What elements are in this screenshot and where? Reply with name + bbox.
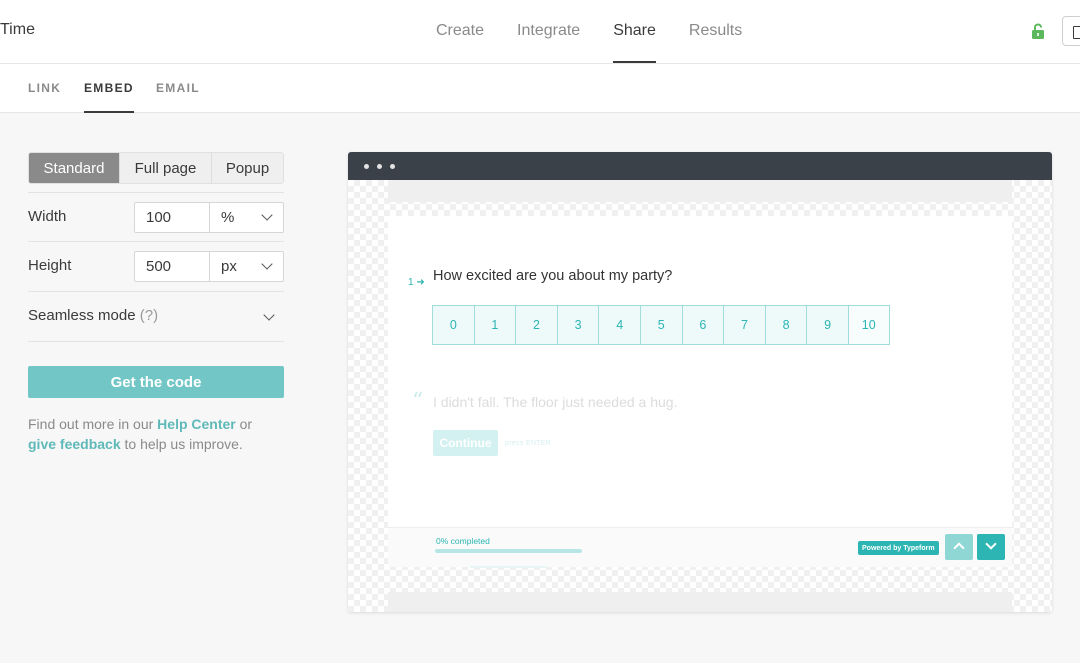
top-bar: Time Create Integrate Share Results	[0, 0, 1080, 64]
sub-tab-embed[interactable]: EMBED	[84, 81, 134, 113]
previous-question-button[interactable]	[945, 534, 973, 560]
progress-underline	[470, 566, 546, 568]
help-text-or: or	[235, 416, 253, 432]
scale-option-9[interactable]: 9	[806, 305, 848, 345]
form-title: Time	[0, 21, 35, 38]
help-text-suffix: to help us improve.	[120, 436, 243, 452]
scale-option-5[interactable]: 5	[639, 305, 682, 345]
width-unit-select[interactable]: %	[210, 202, 284, 233]
scale-option-6[interactable]: 6	[681, 305, 724, 345]
statement-text: I didn't fall. The floor just needed a h…	[433, 394, 678, 410]
opinion-scale: 0 1 2 3 4 5 6 7 8 9 10	[432, 305, 890, 345]
help-text-prefix: Find out more in our	[28, 416, 158, 432]
seamless-mode-label: Seamless mode (?)	[28, 307, 158, 324]
chevron-down-icon[interactable]	[263, 309, 275, 321]
scale-option-0[interactable]: 0	[432, 305, 474, 345]
height-unit-value: px	[221, 258, 237, 275]
width-input[interactable]	[134, 202, 210, 233]
height-input[interactable]	[134, 251, 210, 282]
width-unit-value: %	[221, 209, 235, 226]
question-number: 1 ➜	[408, 277, 425, 288]
window-dot-icon	[390, 164, 395, 169]
nav-tab-share[interactable]: Share	[613, 0, 656, 64]
question-text: How excited are you about my party?	[433, 268, 673, 284]
question-number-value: 1	[408, 277, 414, 288]
window-dot-icon	[364, 164, 369, 169]
height-label: Height	[28, 257, 72, 274]
embed-preview: 1 ➜ How excited are you about my party? …	[348, 152, 1052, 612]
typeform-embed	[388, 216, 1012, 528]
powered-by-typeform-badge[interactable]: Powered by Typeform	[858, 541, 939, 555]
seamless-mode-text: Seamless mode	[28, 307, 136, 324]
nav-tab-integrate[interactable]: Integrate	[517, 0, 580, 64]
progress-bar	[435, 549, 582, 553]
get-the-code-button[interactable]: Get the code	[28, 366, 284, 398]
next-question-button[interactable]	[977, 534, 1005, 560]
help-text: Find out more in our Help Center or give…	[28, 414, 288, 454]
scale-option-3[interactable]: 3	[556, 305, 599, 345]
preview-page-strip	[388, 592, 1012, 612]
chevron-up-icon	[953, 542, 965, 554]
preview-browser-bar	[348, 152, 1052, 180]
mode-popup-button[interactable]: Popup	[212, 153, 283, 183]
sub-tab-link[interactable]: LINK	[28, 81, 61, 113]
lock-open-icon[interactable]	[1031, 23, 1045, 39]
nav-tab-results[interactable]: Results	[689, 0, 742, 64]
scale-option-8[interactable]: 8	[764, 305, 807, 345]
height-row: Height px	[28, 242, 284, 292]
give-feedback-link[interactable]: give feedback	[28, 436, 121, 452]
width-row: Width %	[28, 192, 284, 242]
progress-text: 0% completed	[436, 536, 490, 546]
chevron-down-icon	[261, 209, 273, 221]
scale-option-10[interactable]: 10	[847, 305, 890, 345]
embed-mode-selector: Standard Full page Popup	[28, 152, 284, 184]
scale-option-1[interactable]: 1	[473, 305, 516, 345]
chevron-down-icon	[985, 538, 997, 550]
mode-full-page-button[interactable]: Full page	[120, 153, 212, 183]
share-sub-nav: LINK EMBED EMAIL	[0, 64, 1080, 113]
window-dot-icon	[377, 164, 382, 169]
press-enter-hint: press ENTER	[505, 440, 552, 447]
seamless-mode-row[interactable]: Seamless mode (?)	[28, 292, 284, 342]
scale-option-2[interactable]: 2	[515, 305, 557, 345]
continue-button[interactable]: Continue	[433, 430, 498, 456]
seamless-help-link[interactable]: (?)	[140, 307, 158, 324]
scale-option-4[interactable]: 4	[598, 305, 640, 345]
arrow-right-icon: ➜	[416, 277, 425, 288]
main-nav: Create Integrate Share Results	[436, 0, 775, 64]
window-icon[interactable]	[1062, 16, 1080, 46]
scale-option-7[interactable]: 7	[723, 305, 765, 345]
sub-tab-email[interactable]: EMAIL	[156, 81, 200, 113]
chevron-down-icon	[261, 258, 273, 270]
nav-tab-create[interactable]: Create	[436, 0, 484, 64]
height-unit-select[interactable]: px	[210, 251, 284, 282]
quote-icon: “	[412, 389, 424, 414]
width-label: Width	[28, 208, 67, 225]
mode-standard-button[interactable]: Standard	[29, 153, 120, 183]
preview-page-strip	[388, 180, 1012, 202]
help-center-link[interactable]: Help Center	[157, 416, 236, 432]
